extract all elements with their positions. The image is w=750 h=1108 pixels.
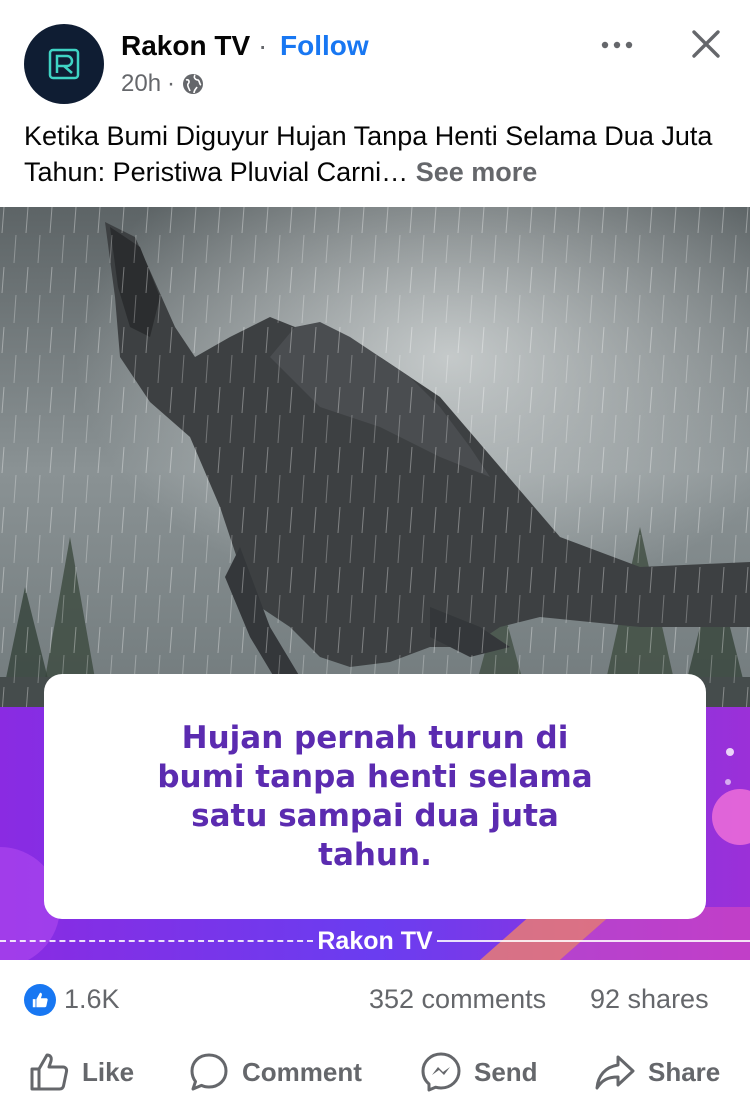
close-icon bbox=[692, 30, 720, 58]
send-label: Send bbox=[474, 1056, 538, 1087]
rakon-logo-icon bbox=[48, 48, 80, 80]
post-caption: Ketika Bumi Diguyur Hujan Tanpa Henti Se… bbox=[24, 118, 728, 190]
like-count[interactable]: 1.6K bbox=[64, 984, 120, 1015]
time-separator: · bbox=[167, 70, 176, 97]
comment-button[interactable]: Comment bbox=[188, 1050, 362, 1094]
more-options-button[interactable] bbox=[598, 30, 638, 60]
comments-count[interactable]: 352 comments bbox=[369, 984, 546, 1015]
like-icon bbox=[30, 1053, 69, 1091]
brand-divider-left bbox=[0, 940, 314, 942]
quote-text: Hujan pernah turun di bumi tanpa henti s… bbox=[157, 719, 593, 873]
comment-icon bbox=[190, 1053, 228, 1091]
like-button[interactable]: Like bbox=[28, 1050, 134, 1094]
post-time[interactable]: 20h bbox=[121, 70, 161, 98]
send-button[interactable]: Send bbox=[420, 1050, 538, 1094]
post-image[interactable]: Hujan pernah turun di bumi tanpa henti s… bbox=[0, 207, 750, 960]
page-avatar[interactable] bbox=[24, 24, 104, 104]
reaction-badge[interactable] bbox=[24, 984, 56, 1016]
brand-text: Rakon TV bbox=[317, 926, 433, 955]
name-separator: · bbox=[258, 30, 268, 61]
brand-watermark: Rakon TV bbox=[0, 925, 750, 957]
post-actions: Like Comment Send Share bbox=[0, 1040, 750, 1108]
close-button[interactable] bbox=[686, 24, 726, 64]
share-label: Share bbox=[648, 1056, 721, 1087]
shares-count[interactable]: 92 shares bbox=[590, 984, 709, 1015]
see-more-link[interactable]: See more bbox=[416, 157, 538, 187]
comment-label: Comment bbox=[242, 1056, 362, 1087]
share-button[interactable]: Share bbox=[594, 1050, 720, 1094]
page-name[interactable]: Rakon TV bbox=[121, 30, 250, 62]
messenger-icon bbox=[421, 1052, 461, 1092]
globe-icon bbox=[183, 74, 204, 94]
post-meta: 20h · bbox=[121, 70, 205, 98]
more-horizontal-icon bbox=[601, 41, 633, 49]
thumbs-up-icon bbox=[32, 992, 48, 1008]
follow-button[interactable]: Follow bbox=[280, 30, 369, 62]
post-header: Rakon TV · Follow 20h · bbox=[0, 0, 750, 118]
post-stats: 1.6K 352 comments 92 shares bbox=[0, 960, 750, 1040]
share-icon bbox=[595, 1055, 635, 1090]
like-label: Like bbox=[82, 1056, 135, 1087]
brand-divider-right bbox=[436, 940, 750, 942]
caption-text: Ketika Bumi Diguyur Hujan Tanpa Henti Se… bbox=[24, 121, 713, 187]
quote-card: Hujan pernah turun di bumi tanpa henti s… bbox=[44, 674, 706, 919]
